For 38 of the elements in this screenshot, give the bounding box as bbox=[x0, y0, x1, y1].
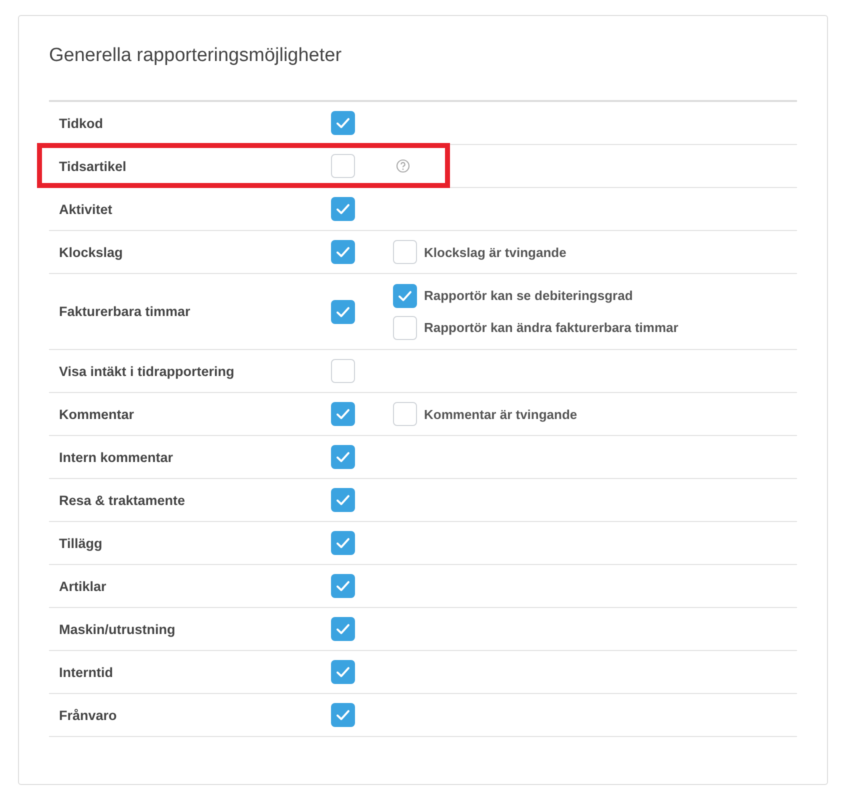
checkbox[interactable] bbox=[331, 402, 355, 426]
checkbox[interactable] bbox=[331, 300, 355, 324]
setting-label: Tidkod bbox=[59, 116, 104, 130]
checkbox[interactable] bbox=[331, 359, 355, 383]
setting-label: Tillägg bbox=[59, 536, 104, 550]
checkbox[interactable] bbox=[331, 154, 355, 178]
checkbox[interactable] bbox=[331, 240, 355, 264]
checkbox[interactable] bbox=[393, 284, 417, 308]
setting-label: Resa & traktamente bbox=[59, 492, 186, 508]
setting-label: Maskin/utrustning bbox=[59, 622, 176, 636]
option-label: Kommentar är tvingande bbox=[424, 406, 578, 422]
checkbox[interactable] bbox=[331, 703, 355, 727]
setting-label: Frånvaro bbox=[59, 708, 118, 722]
checkbox[interactable] bbox=[331, 531, 355, 555]
checkbox[interactable] bbox=[393, 402, 417, 426]
checkbox[interactable] bbox=[331, 488, 355, 512]
help-icon[interactable] bbox=[396, 159, 410, 173]
setting-label: Kommentar bbox=[59, 406, 136, 422]
setting-label: Tidsartikel bbox=[59, 158, 128, 174]
setting-label: Aktivitet bbox=[59, 202, 114, 216]
checkbox[interactable] bbox=[393, 240, 417, 264]
setting-label: Visa intäkt i tidrapportering bbox=[59, 364, 236, 378]
setting-label: Fakturerbara timmar bbox=[59, 304, 192, 319]
setting-label: Klockslag bbox=[59, 244, 124, 260]
checkbox[interactable] bbox=[393, 316, 417, 340]
option-label: Rapportör kan se debiteringsgrad bbox=[424, 288, 633, 303]
setting-label: Intern kommentar bbox=[59, 450, 174, 464]
setting-label: Interntid bbox=[59, 664, 114, 680]
checkbox[interactable] bbox=[331, 197, 355, 221]
checkbox[interactable] bbox=[331, 111, 355, 135]
checkbox[interactable] bbox=[331, 445, 355, 469]
option-label: Rapportör kan ändra fakturerbara timmar bbox=[424, 320, 678, 335]
section-title: Generella rapporteringsmöjligheter bbox=[49, 44, 343, 68]
checkbox[interactable] bbox=[331, 617, 355, 641]
checkbox[interactable] bbox=[331, 660, 355, 684]
setting-label: Artiklar bbox=[59, 578, 108, 594]
option-label: Klockslag är tvingande bbox=[424, 244, 566, 260]
checkbox[interactable] bbox=[331, 574, 355, 598]
